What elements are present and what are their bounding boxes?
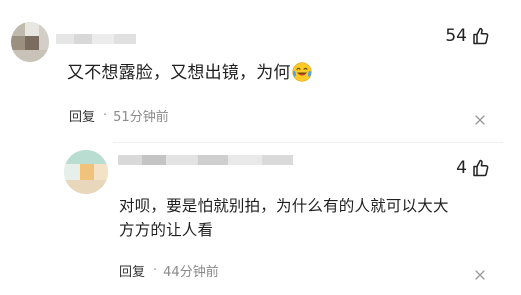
comment-time: 51分钟前 xyxy=(113,110,169,125)
reply-reply-button[interactable]: 回复 xyxy=(119,261,145,280)
commenter-avatar[interactable] xyxy=(11,22,49,62)
reply-button[interactable]: 回复 xyxy=(69,106,95,125)
comment-text: 又不想露脸，又想出镜，为何 xyxy=(67,62,312,84)
thread-divider xyxy=(113,142,503,143)
comment-meta: 回复 · 51分钟前 xyxy=(69,106,169,125)
close-icon[interactable] xyxy=(475,110,485,129)
reply-like-count: 4 xyxy=(456,158,467,178)
crying-laughing-emoji-icon xyxy=(292,62,312,82)
replier-name-blurred[interactable] xyxy=(118,155,293,167)
reply-text: 对呗，要是怕就别拍，为什么有的人就可以大大 方方的让人看 xyxy=(119,194,449,242)
comment-body: 又不想露脸，又想出镜，为何 xyxy=(67,63,291,83)
commenter-name-blurred[interactable] xyxy=(56,34,136,46)
reply-time: 44分钟前 xyxy=(163,265,219,280)
thumbs-up-icon xyxy=(471,158,491,178)
reply-text-line2: 方方的让人看 xyxy=(119,221,214,239)
reply-meta: 回复 · 44分钟前 xyxy=(119,261,219,280)
comment-thread: 54 又不想露脸，又想出镜，为何 回复 · 51分钟前 4 对呗，要是怕就别拍，… xyxy=(0,0,521,295)
meta-separator: · xyxy=(103,108,108,123)
like-button[interactable]: 54 xyxy=(445,26,491,46)
replier-avatar[interactable] xyxy=(64,150,108,194)
close-icon[interactable] xyxy=(475,265,485,284)
thumbs-up-icon xyxy=(471,26,491,46)
meta-separator: · xyxy=(153,263,158,278)
reply-text-line1: 对呗，要是怕就别拍，为什么有的人就可以大大 xyxy=(119,197,449,215)
like-count: 54 xyxy=(445,26,467,46)
reply-like-button[interactable]: 4 xyxy=(456,158,491,178)
